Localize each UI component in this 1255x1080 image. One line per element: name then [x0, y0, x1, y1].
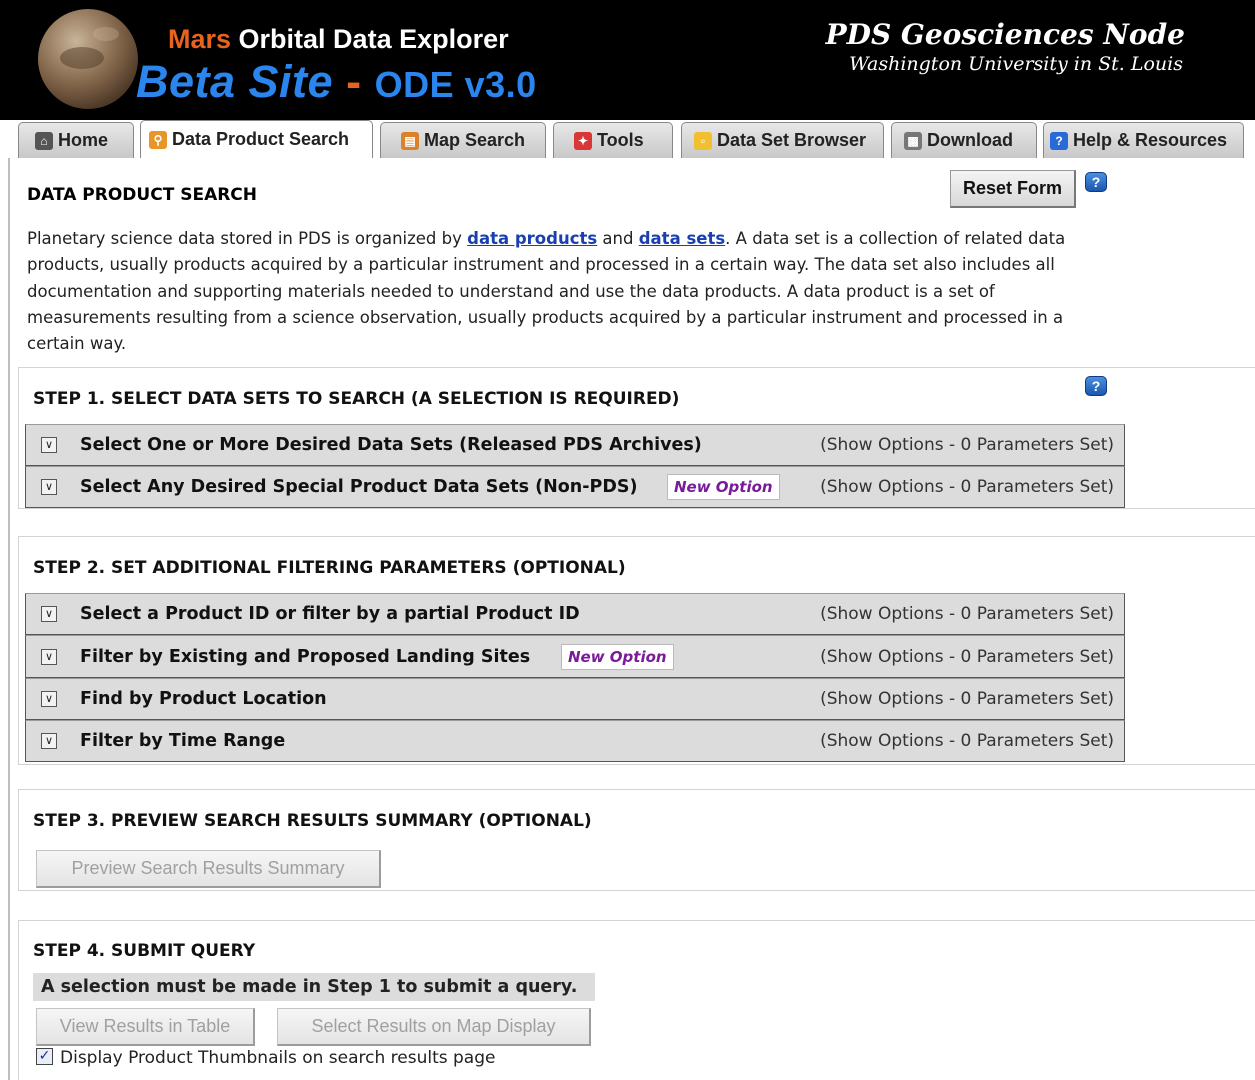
row-status[interactable]: (Show Options - 0 Parameters Set): [820, 477, 1114, 497]
tab-map-search-label: Map Search: [424, 130, 526, 150]
row-status[interactable]: (Show Options - 0 Parameters Set): [820, 647, 1114, 667]
tab-data-product-search[interactable]: ⚲ Data Product Search: [140, 120, 373, 158]
reset-form-button[interactable]: Reset Form: [950, 170, 1076, 208]
row-label: Select One or More Desired Data Sets (Re…: [80, 435, 702, 455]
step4-title: STEP 4. SUBMIT QUERY: [33, 941, 256, 961]
beta-site-label: Beta Site: [136, 56, 334, 107]
home-icon: ⌂: [35, 131, 53, 150]
page-help-icon[interactable]: ?: [1085, 172, 1107, 192]
node-name: PDS Geosciences Node: [825, 18, 1185, 51]
data-products-link[interactable]: data products: [467, 229, 597, 248]
new-option-badge: New Option: [667, 474, 780, 500]
tab-tools[interactable]: ✦ Tools: [553, 122, 673, 158]
intro-text-1: Planetary science data stored in PDS is …: [27, 229, 468, 248]
step2-row-time-range[interactable]: ∨ Filter by Time Range (Show Options - 0…: [25, 720, 1125, 762]
row-status[interactable]: (Show Options - 0 Parameters Set): [820, 689, 1114, 709]
site-title-rest: Orbital Data Explorer: [238, 24, 509, 54]
map-icon: ▤: [401, 131, 419, 150]
row-label: Filter by Time Range: [80, 731, 286, 751]
site-title: Mars Orbital Data Explorer: [168, 24, 509, 55]
chevron-down-icon[interactable]: ∨: [41, 733, 57, 749]
row-label: Find by Product Location: [80, 689, 327, 709]
step1-title: STEP 1. SELECT DATA SETS TO SEARCH (A SE…: [33, 389, 680, 409]
tab-data-product-search-label: Data Product Search: [172, 129, 350, 149]
step1-help-icon[interactable]: ?: [1085, 376, 1107, 396]
step1-row-special-products[interactable]: ∨ Select Any Desired Special Product Dat…: [25, 466, 1125, 508]
thumbnails-checkbox[interactable]: ✓: [36, 1048, 53, 1065]
chevron-down-icon[interactable]: ∨: [41, 479, 57, 495]
step2-row-product-location[interactable]: ∨ Find by Product Location (Show Options…: [25, 678, 1125, 720]
row-label: Select Any Desired Special Product Data …: [80, 477, 638, 497]
site-title-mars: Mars: [168, 24, 232, 54]
tab-help-resources-label: Help & Resources: [1073, 130, 1228, 150]
view-results-table-button[interactable]: View Results in Table: [36, 1008, 255, 1046]
site-header: Mars Orbital Data Explorer Beta Site - O…: [0, 0, 1255, 120]
data-sets-link[interactable]: data sets: [639, 229, 725, 248]
tab-download[interactable]: ▩ Download: [891, 122, 1037, 158]
tab-data-set-browser[interactable]: ▫ Data Set Browser: [681, 122, 884, 158]
selection-required-warning: A selection must be made in Step 1 to su…: [33, 973, 595, 1001]
tools-icon: ✦: [574, 131, 592, 150]
step3-title: STEP 3. PREVIEW SEARCH RESULTS SUMMARY (…: [33, 811, 592, 831]
step1-row-released-archives[interactable]: ∨ Select One or More Desired Data Sets (…: [25, 424, 1125, 466]
download-icon: ▩: [904, 131, 922, 150]
chevron-down-icon[interactable]: ∨: [41, 437, 57, 453]
preview-summary-button[interactable]: Preview Search Results Summary: [36, 850, 381, 888]
tab-home-label: Home: [58, 130, 109, 150]
intro-text-2: and: [597, 229, 639, 248]
row-label: Filter by Existing and Proposed Landing …: [80, 646, 531, 667]
page-title: DATA PRODUCT SEARCH: [27, 185, 258, 205]
site-subtitle: Beta Site - ODE v3.0: [136, 56, 537, 108]
chevron-down-icon[interactable]: ∨: [41, 648, 57, 665]
intro-paragraph: Planetary science data stored in PDS is …: [27, 226, 1117, 357]
tab-data-set-browser-label: Data Set Browser: [717, 130, 867, 150]
tab-home[interactable]: ⌂ Home: [18, 122, 134, 158]
folder-icon: ▫: [694, 131, 712, 150]
step2-title: STEP 2. SET ADDITIONAL FILTERING PARAMET…: [33, 558, 626, 578]
row-status[interactable]: (Show Options - 0 Parameters Set): [820, 435, 1114, 455]
new-option-badge: New Option: [561, 643, 674, 670]
row-label: Select a Product ID or filter by a parti…: [80, 604, 580, 624]
select-results-map-button[interactable]: Select Results on Map Display: [277, 1008, 591, 1046]
tab-help-resources[interactable]: ? Help & Resources: [1043, 122, 1244, 158]
subtitle-dash: -: [346, 56, 362, 107]
row-status[interactable]: (Show Options - 0 Parameters Set): [820, 604, 1114, 624]
node-institution: Washington University in St. Louis: [849, 53, 1183, 75]
step2-row-landing-sites[interactable]: ∨ Filter by Existing and Proposed Landin…: [25, 635, 1125, 678]
help-icon: ?: [1050, 131, 1068, 150]
tab-download-label: Download: [927, 130, 1013, 150]
content-left-border: [8, 158, 10, 1080]
tab-map-search[interactable]: ▤ Map Search: [380, 122, 546, 158]
chevron-down-icon[interactable]: ∨: [41, 691, 57, 707]
mars-planet-image: [38, 9, 138, 109]
version-label: ODE v3.0: [374, 64, 537, 105]
chevron-down-icon[interactable]: ∨: [41, 606, 57, 622]
tab-tools-label: Tools: [597, 130, 644, 150]
row-status[interactable]: (Show Options - 0 Parameters Set): [820, 731, 1114, 751]
thumbnails-checkbox-label[interactable]: Display Product Thumbnails on search res…: [60, 1048, 495, 1068]
step2-row-product-id[interactable]: ∨ Select a Product ID or filter by a par…: [25, 593, 1125, 635]
search-icon: ⚲: [149, 130, 167, 149]
